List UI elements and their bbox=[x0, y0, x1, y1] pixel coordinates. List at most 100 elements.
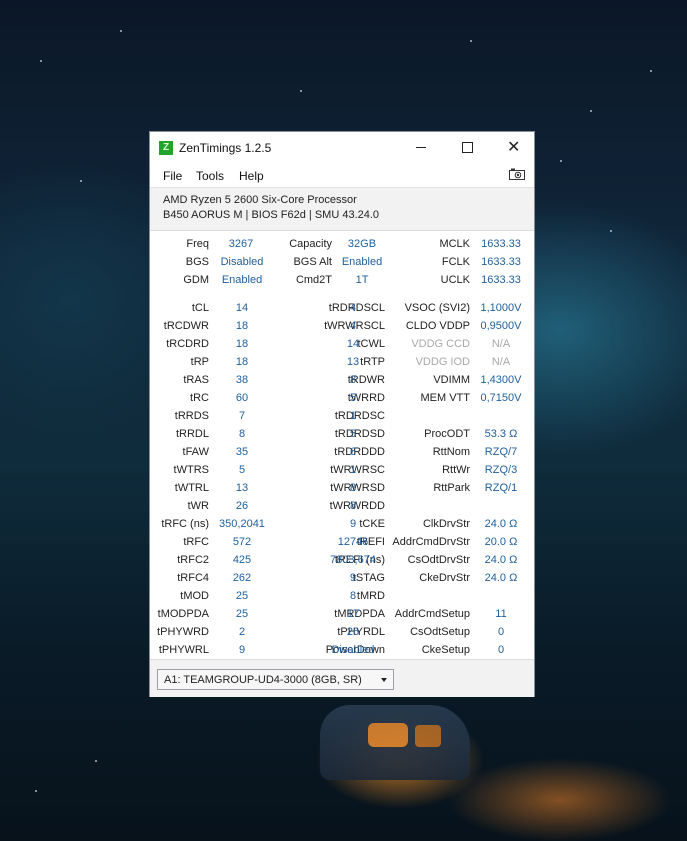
system-info-panel: AMD Ryzen 5 2600 Six-Core Processor B450… bbox=[150, 188, 534, 231]
timing-value: 8 bbox=[349, 482, 357, 494]
bgs-label: BGS bbox=[185, 256, 209, 268]
timing-label: AddrCmdSetup bbox=[394, 608, 470, 620]
timing-value: 1 bbox=[349, 410, 357, 422]
timing-value: 8 bbox=[349, 590, 357, 602]
timing-label: tRP bbox=[190, 356, 209, 368]
board-info: B450 AORUS M | BIOS F62d | SMU 43.24.0 bbox=[163, 209, 380, 221]
timing-label: tRRDS bbox=[174, 410, 209, 422]
timing-label: CLDO VDDP bbox=[405, 320, 470, 332]
timing-value: 13 bbox=[235, 482, 249, 494]
timing-label: tMODPDA bbox=[157, 608, 209, 620]
timing-label: tRAS bbox=[183, 374, 209, 386]
minimize-button[interactable] bbox=[398, 132, 444, 163]
timing-value: N/A bbox=[491, 338, 511, 350]
timing-label: VDIMM bbox=[433, 374, 470, 386]
menu-file[interactable]: File bbox=[163, 169, 182, 183]
timing-label: tWTRL bbox=[174, 482, 209, 494]
wrecked-car bbox=[320, 705, 470, 780]
timing-label: CkeDrvStr bbox=[419, 572, 470, 584]
timing-label: tWTRS bbox=[173, 464, 209, 476]
timing-value: 5 bbox=[349, 392, 357, 404]
timing-value: 25 bbox=[235, 608, 249, 620]
timing-value: Disabled bbox=[331, 644, 375, 656]
timing-value: RZQ/3 bbox=[484, 464, 518, 476]
timing-value: 12746 bbox=[337, 536, 369, 548]
star bbox=[590, 110, 592, 112]
bgs-alt-label: BGS Alt bbox=[293, 256, 332, 268]
timing-value: RZQ/7 bbox=[484, 446, 518, 458]
freq-label: Freq bbox=[186, 238, 209, 250]
timing-value: 7803,674 bbox=[330, 554, 376, 566]
mclk-value: 1633.33 bbox=[481, 238, 521, 250]
timing-value: 38 bbox=[235, 374, 249, 386]
timing-value: 1 bbox=[349, 464, 357, 476]
menu-tools[interactable]: Tools bbox=[196, 169, 224, 183]
car-window-glow bbox=[415, 725, 441, 747]
timing-value: 0 bbox=[497, 626, 505, 638]
timing-label: tRFC4 bbox=[177, 572, 209, 584]
timing-label: tRFC2 bbox=[177, 554, 209, 566]
star bbox=[560, 160, 562, 162]
timing-value: 24.0 Ω bbox=[484, 572, 518, 584]
timing-value: 0 bbox=[497, 644, 505, 656]
timing-label: ClkDrvStr bbox=[422, 518, 470, 530]
timing-label: VDDG CCD bbox=[411, 338, 470, 350]
cmd2t-label: Cmd2T bbox=[295, 274, 332, 286]
window-title: ZenTimings 1.2.5 bbox=[179, 141, 272, 155]
timing-value: 18 bbox=[235, 338, 249, 350]
capacity-label: Capacity bbox=[289, 238, 332, 250]
menu-bar: File Tools Help bbox=[150, 163, 534, 188]
timing-label: AddrCmdDrvStr bbox=[392, 536, 470, 548]
timing-value: 17 bbox=[346, 608, 360, 620]
timing-value: 18 bbox=[235, 320, 249, 332]
timing-value: 60 bbox=[235, 392, 249, 404]
timing-value: 14 bbox=[346, 338, 360, 350]
camera-icon[interactable] bbox=[509, 168, 525, 180]
timing-label: ProcODT bbox=[424, 428, 470, 440]
timing-value: 26 bbox=[346, 626, 360, 638]
memory-module-select[interactable]: A1: TEAMGROUP-UD4-3000 (8GB, SR) bbox=[157, 669, 394, 690]
bgs-value: Disabled bbox=[220, 256, 264, 268]
timing-label: tPHYWRL bbox=[158, 644, 209, 656]
close-icon: ✕ bbox=[507, 139, 521, 156]
timing-value: 25 bbox=[235, 590, 249, 602]
timing-value: 13 bbox=[346, 356, 360, 368]
star bbox=[610, 230, 612, 232]
star bbox=[120, 30, 122, 32]
gdm-value: Enabled bbox=[221, 274, 263, 286]
timing-value: 8 bbox=[238, 428, 246, 440]
close-button[interactable]: ✕ bbox=[490, 132, 536, 163]
timing-value: 9 bbox=[238, 644, 246, 656]
timing-label: MEM VTT bbox=[420, 392, 471, 404]
timing-label: VDDG IOD bbox=[415, 356, 470, 368]
timing-value: 26 bbox=[235, 500, 249, 512]
title-bar[interactable]: Z ZenTimings 1.2.5 ✕ bbox=[150, 132, 534, 163]
timing-label: tRRDL bbox=[175, 428, 209, 440]
app-icon: Z bbox=[159, 141, 173, 155]
gdm-label: GDM bbox=[183, 274, 209, 286]
maximize-button[interactable] bbox=[444, 132, 490, 163]
timing-label: tRFC (ns) bbox=[161, 518, 209, 530]
timing-value: 8 bbox=[349, 374, 357, 386]
timing-value: 24.0 Ω bbox=[484, 554, 518, 566]
timing-value: 262 bbox=[232, 572, 252, 584]
minimize-icon bbox=[416, 147, 426, 148]
menu-help[interactable]: Help bbox=[239, 169, 264, 183]
star bbox=[470, 40, 472, 42]
timing-label: RttNom bbox=[432, 446, 470, 458]
star bbox=[300, 90, 302, 92]
timing-value: 14 bbox=[235, 302, 249, 314]
timing-value: 18 bbox=[235, 356, 249, 368]
timing-label: tWR bbox=[187, 500, 209, 512]
maximize-icon bbox=[462, 142, 473, 153]
timing-value: 53.3 Ω bbox=[484, 428, 518, 440]
timing-value: 1,1000V bbox=[480, 302, 522, 314]
star bbox=[80, 180, 82, 182]
timing-label: CkeSetup bbox=[421, 644, 470, 656]
timing-value: 4 bbox=[349, 302, 357, 314]
timing-value: 0,9500V bbox=[480, 320, 522, 332]
car-window-glow bbox=[368, 723, 408, 747]
timing-value: 9 bbox=[349, 572, 357, 584]
star bbox=[95, 760, 97, 762]
cpu-name: AMD Ryzen 5 2600 Six-Core Processor bbox=[163, 194, 357, 206]
